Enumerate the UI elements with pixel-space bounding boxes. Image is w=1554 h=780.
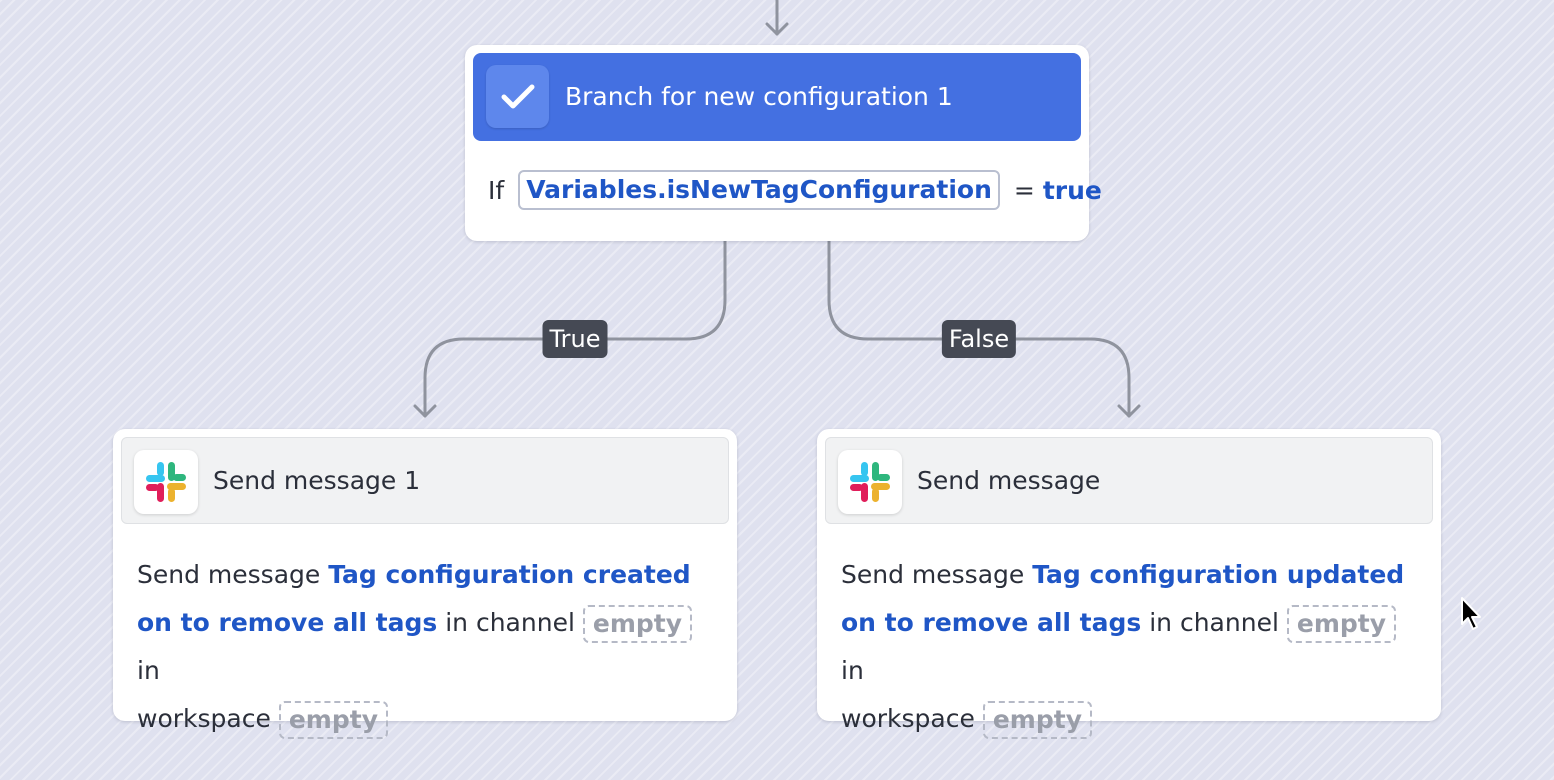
condition-variable[interactable]: Variables.isNewTagConfiguration: [518, 170, 1000, 210]
workspace-empty-field[interactable]: empty: [278, 701, 388, 739]
send-message-header[interactable]: Send message 1: [121, 437, 729, 524]
true-edge-label: True: [542, 320, 608, 358]
in-label: in: [137, 656, 160, 685]
workspace-label: workspace: [137, 704, 271, 733]
send-message-title: Send message: [917, 466, 1101, 495]
channel-label: in channel: [445, 608, 575, 637]
send-message-summary: Send message Tag configuration created o…: [137, 551, 713, 743]
slack-icon: [838, 450, 902, 514]
send-message-card-true[interactable]: Send message 1 Send message Tag configur…: [113, 429, 737, 739]
false-edge-label: False: [941, 320, 1017, 358]
workspace-empty-field[interactable]: empty: [982, 701, 1092, 739]
mouse-pointer-icon: [1460, 596, 1484, 636]
in-label: in: [841, 656, 864, 685]
branch-step-header[interactable]: Branch for new configuration 1: [473, 53, 1081, 141]
condition-keyword: If: [488, 175, 505, 205]
branch-step-title: Branch for new configuration 1: [565, 82, 953, 111]
condition-value[interactable]: true: [1043, 176, 1102, 205]
workspace-label: workspace: [841, 704, 975, 733]
send-message-header[interactable]: Send message: [825, 437, 1433, 524]
branch-step-card[interactable]: Branch for new configuration 1 If Variab…: [465, 45, 1102, 241]
send-message-title: Send message 1: [213, 466, 421, 495]
branch-condition: If Variables.isNewTagConfiguration = tru…: [488, 170, 1102, 210]
channel-label: in channel: [1149, 608, 1279, 637]
checkmark-icon: [486, 65, 549, 128]
send-message-card-false[interactable]: Send message Send message Tag configurat…: [817, 429, 1441, 739]
channel-empty-field[interactable]: empty: [582, 605, 693, 643]
summary-prefix: Send message: [841, 560, 1025, 589]
summary-prefix: Send message: [137, 560, 321, 589]
channel-empty-field[interactable]: empty: [1286, 605, 1397, 643]
slack-icon: [134, 450, 198, 514]
send-message-summary: Send message Tag configuration updated o…: [841, 551, 1417, 743]
condition-operator: =: [1013, 175, 1035, 205]
